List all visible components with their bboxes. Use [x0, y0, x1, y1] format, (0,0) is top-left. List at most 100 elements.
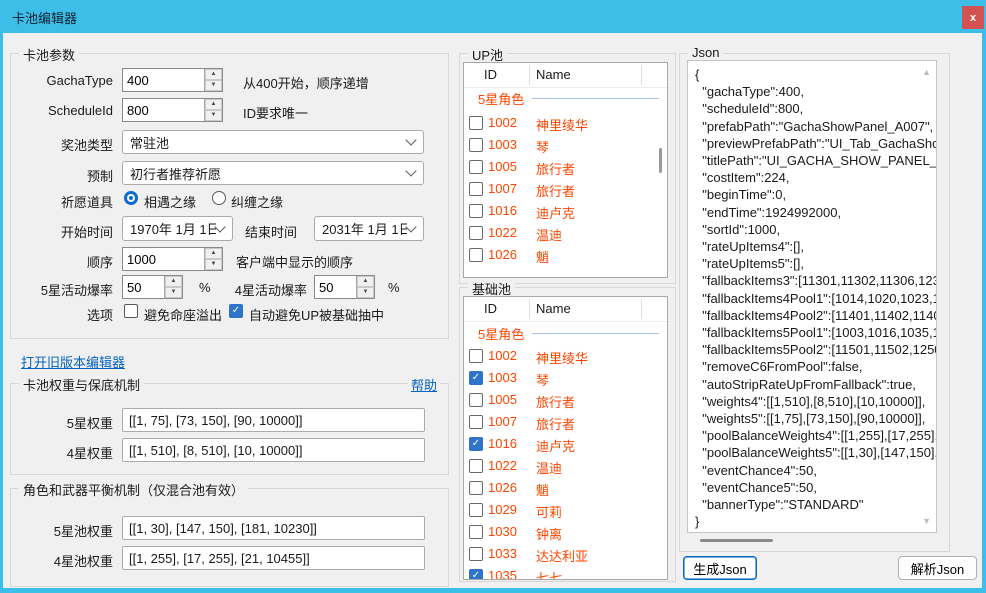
table-row[interactable]: 1002神里绫华 — [464, 345, 667, 367]
row-id: 1002 — [488, 115, 517, 130]
help-link[interactable]: 帮助 — [408, 375, 440, 394]
spin-up-icon[interactable]: ▲ — [205, 69, 222, 80]
spin-down-icon[interactable]: ▼ — [357, 287, 374, 298]
spin-down-icon[interactable]: ▼ — [205, 80, 222, 91]
spin-down-icon[interactable]: ▼ — [205, 259, 222, 270]
row-checkbox[interactable] — [469, 481, 483, 495]
scheduleid-hint: ID要求唯一 — [243, 103, 308, 122]
avoid-constellation-label[interactable]: 避免命座溢出 — [144, 305, 222, 324]
row-checkbox[interactable] — [469, 226, 483, 240]
column-id[interactable]: ID — [484, 67, 497, 82]
row-name: 迪卢克 — [536, 203, 575, 222]
spin-up-icon[interactable]: ▲ — [357, 276, 374, 287]
pool-type-select[interactable]: 常驻池 — [122, 130, 424, 154]
row-checkbox[interactable] — [469, 459, 483, 473]
scheduleid-input[interactable] — [123, 99, 204, 121]
chance4-input[interactable] — [315, 276, 356, 298]
table-row[interactable]: 1007旅行者 — [464, 411, 667, 433]
row-checkbox[interactable]: ✓ — [469, 437, 483, 451]
row-checkbox[interactable] — [469, 415, 483, 429]
titlebar[interactable]: 卡池编辑器 x — [0, 0, 986, 33]
row-checkbox[interactable] — [469, 116, 483, 130]
spin-up-icon[interactable]: ▲ — [165, 276, 182, 287]
column-separator[interactable] — [529, 299, 530, 319]
weights-group-title: 卡池权重与保底机制 — [19, 375, 144, 394]
hscrollbar-thumb[interactable] — [700, 539, 773, 542]
spin-down-icon[interactable]: ▼ — [205, 110, 222, 121]
column-id[interactable]: ID — [484, 301, 497, 316]
table-row[interactable]: ✓1003琴 — [464, 367, 667, 389]
column-separator[interactable] — [641, 299, 642, 319]
radio-encounter[interactable] — [124, 191, 138, 205]
close-icon[interactable]: x — [962, 6, 984, 29]
row-id: 1002 — [488, 348, 517, 363]
base-pool-table[interactable]: ID Name 5星角色 1002神里绫华✓1003琴1005旅行者1007旅行… — [463, 296, 668, 580]
json-textarea[interactable]: { "gachaType":400, "scheduleId":800, "pr… — [687, 60, 937, 533]
column-name[interactable]: Name — [536, 67, 571, 82]
weight4-input[interactable]: [[1, 510], [8, 510], [10, 10000]] — [122, 438, 425, 462]
table-row[interactable]: 1007旅行者 — [464, 178, 667, 200]
table-row[interactable]: 1026魈 — [464, 244, 667, 266]
table-row[interactable]: 1003琴 — [464, 134, 667, 156]
json-line: "endTime":1924992000, — [695, 204, 918, 221]
table-row[interactable]: 1016迪卢克 — [464, 200, 667, 222]
radio-intertwined[interactable] — [212, 191, 226, 205]
row-checkbox[interactable] — [469, 547, 483, 561]
weight5-input[interactable]: [[1, 75], [73, 150], [90, 10000]] — [122, 408, 425, 432]
chevron-down-icon — [405, 165, 416, 176]
table-row[interactable]: 1030钟离 — [464, 521, 667, 543]
table-row[interactable]: 1022温迪 — [464, 222, 667, 244]
row-name: 琴 — [536, 370, 549, 389]
parse-json-button[interactable]: 解析Json — [898, 556, 977, 580]
table-row[interactable]: 1002神里绫华 — [464, 112, 667, 134]
spin-up-icon[interactable]: ▲ — [205, 248, 222, 259]
row-checkbox[interactable] — [469, 182, 483, 196]
row-checkbox[interactable] — [469, 248, 483, 262]
column-name[interactable]: Name — [536, 301, 571, 316]
column-separator[interactable] — [641, 65, 642, 85]
json-line: "fallbackItems4Pool1":[1014,1020,1023,10… — [695, 290, 918, 307]
generate-json-button[interactable]: 生成Json — [683, 556, 757, 580]
json-line: "scheduleId":800, — [695, 100, 918, 117]
json-line: "fallbackItems5Pool2":[11501,11502,12501… — [695, 341, 918, 358]
column-separator[interactable] — [529, 65, 530, 85]
row-id: 1030 — [488, 524, 517, 539]
end-time-picker[interactable]: 2031年 1月 1日 — [314, 216, 424, 241]
row-checkbox[interactable] — [469, 204, 483, 218]
table-row[interactable]: 1029可莉 — [464, 499, 667, 521]
table-row[interactable]: ✓1035七七 — [464, 565, 667, 580]
row-checkbox[interactable] — [469, 525, 483, 539]
pool-weight4-input[interactable]: [[1, 255], [17, 255], [21, 10455]] — [122, 546, 425, 570]
row-checkbox[interactable] — [469, 349, 483, 363]
row-checkbox[interactable]: ✓ — [469, 371, 483, 385]
scroll-up-icon[interactable]: ▲ — [922, 67, 931, 77]
radio-intertwined-label[interactable]: 纠缠之缘 — [231, 192, 283, 211]
row-checkbox[interactable]: ✓ — [469, 569, 483, 580]
table-row[interactable]: 1026魈 — [464, 477, 667, 499]
auto-strip-label[interactable]: 自动避免UP被基础抽中 — [249, 305, 384, 324]
row-checkbox[interactable] — [469, 138, 483, 152]
pool-weight5-input[interactable]: [[1, 30], [147, 150], [181, 10230]] — [122, 516, 425, 540]
row-checkbox[interactable] — [469, 160, 483, 174]
radio-encounter-label[interactable]: 相遇之缘 — [144, 192, 196, 211]
table-row[interactable]: 1022温迪 — [464, 455, 667, 477]
gachatype-input[interactable] — [123, 69, 204, 91]
table-row[interactable]: 1005旅行者 — [464, 156, 667, 178]
spin-down-icon[interactable]: ▼ — [165, 287, 182, 298]
row-checkbox[interactable] — [469, 393, 483, 407]
preset-select[interactable]: 初行者推荐祈愿 — [122, 161, 424, 185]
table-row[interactable]: 1033达达利亚 — [464, 543, 667, 565]
row-checkbox[interactable] — [469, 503, 483, 517]
table-row[interactable]: ✓1016迪卢克 — [464, 433, 667, 455]
sort-input[interactable] — [123, 248, 204, 270]
weight5-label: 5星权重 — [10, 413, 113, 432]
table-row[interactable]: 1005旅行者 — [464, 389, 667, 411]
scroll-down-icon[interactable]: ▼ — [922, 516, 931, 526]
spin-up-icon[interactable]: ▲ — [205, 99, 222, 110]
open-legacy-editor-link[interactable]: 打开旧版本编辑器 — [21, 352, 125, 371]
avoid-constellation-checkbox[interactable] — [124, 304, 138, 318]
chance5-input[interactable] — [123, 276, 164, 298]
up-pool-table[interactable]: ID Name 5星角色 1002神里绫华1003琴1005旅行者1007旅行者… — [463, 62, 668, 278]
auto-strip-checkbox[interactable]: ✓ — [229, 304, 243, 318]
row-name: 旅行者 — [536, 181, 575, 200]
